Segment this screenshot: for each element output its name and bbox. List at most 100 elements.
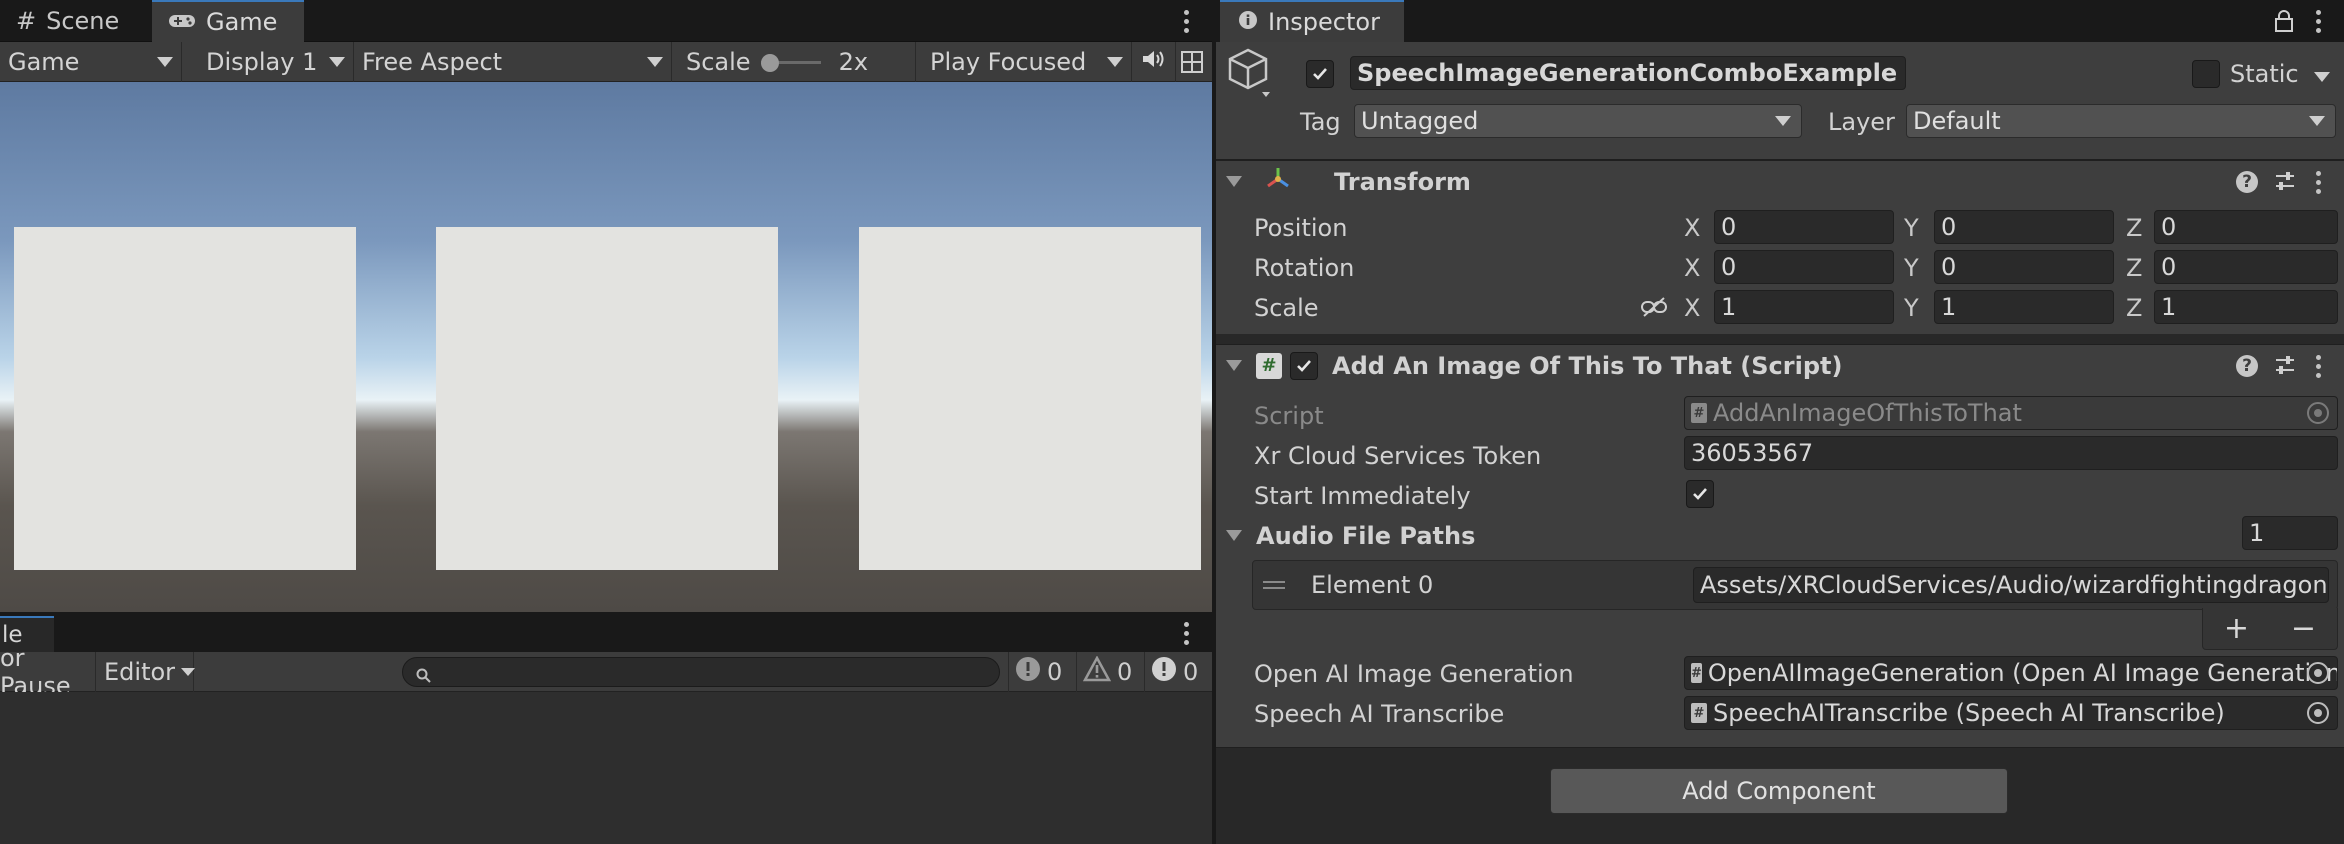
script-field-value: AddAnImageOfThisToThat [1713,399,2022,427]
start-immediately-label: Start Immediately [1254,482,1471,510]
checkmark-icon [1297,359,1311,372]
token-label: Xr Cloud Services Token [1254,442,1542,470]
static-checkbox[interactable] [2192,60,2220,88]
log-count-toggle[interactable]: 0 [1008,652,1068,692]
checkmark-icon [1313,68,1327,80]
presets-icon[interactable] [2274,170,2296,198]
scale-value: 2x [838,48,869,76]
audio-paths-label[interactable]: Audio File Paths [1256,522,1475,550]
help-icon[interactable]: ? [2236,171,2258,193]
position-y-field[interactable]: 0 [1934,210,2114,244]
warning-count-toggle[interactable]: 0 [1076,652,1138,692]
axis-x-label: X [1684,214,1701,242]
chevron-down-icon [1107,57,1123,67]
rotation-x-field[interactable]: 0 [1714,250,1894,284]
editor-label: Editor [104,658,176,686]
scale-slider[interactable] [760,52,821,72]
mute-audio-button[interactable] [1132,42,1176,82]
rotation-z-field[interactable]: 0 [2154,250,2338,284]
unlinked-scale-icon[interactable] [1640,296,1668,324]
start-immediately-checkbox[interactable] [1686,480,1714,508]
scale-x-field[interactable]: 1 [1714,290,1894,324]
stats-icon[interactable] [1180,50,1204,74]
drag-handle-icon[interactable] [1263,581,1285,589]
axis-x-label: X [1684,254,1701,282]
tab-inspector-label: Inspector [1268,8,1380,36]
search-icon [415,663,433,691]
transform-icon [1264,165,1294,199]
transform-row-position: Position X 0 Y 0 Z 0 [1216,210,2344,250]
image-gen-field[interactable]: # OpenAIImageGeneration (Open AI Image G… [1684,656,2338,690]
game-viewport[interactable] [0,82,1212,612]
game-panel: # Scene Game Game Display 1 Free Aspect … [0,0,1212,844]
static-chevron-icon[interactable] [2314,72,2330,82]
chevron-down-icon [2309,116,2325,126]
component-menu-icon[interactable] [2314,355,2322,378]
display-mode-dropdown[interactable]: Game [0,42,182,82]
checkmark-icon [1693,488,1707,500]
console-menu-icon[interactable] [1182,622,1190,645]
foldout-arrow-icon[interactable] [1226,176,1242,187]
component-menu-icon[interactable] [2314,171,2322,194]
help-icon[interactable]: ? [2236,355,2258,377]
token-field[interactable]: 36053567 [1684,436,2338,470]
script-component-title: Add An Image Of This To That (Script) [1332,351,1843,380]
tag-dropdown[interactable]: Untagged [1354,104,1802,138]
gameobject-icon[interactable] [1226,46,1276,102]
inspector-menu-icon[interactable] [2314,10,2322,33]
chevron-down-icon [1775,116,1791,126]
tab-game[interactable]: Game [152,0,304,42]
transcribe-value: SpeechAITranscribe (Speech AI Transcribe… [1713,699,2225,727]
script-enabled-checkbox[interactable] [1290,351,1318,380]
image-gen-value: OpenAIImageGeneration (Open AI Image Gen… [1707,659,2338,687]
console-toolbar: or Pause Editor 0 0 0 [0,644,1212,700]
scale-slider-handle[interactable] [760,54,779,72]
gameobject-active-checkbox[interactable] [1306,60,1334,88]
aspect-dropdown[interactable]: Free Aspect [354,42,672,82]
rotation-y-field[interactable]: 0 [1934,250,2114,284]
script-component-header[interactable]: # Add An Image Of This To That (Script) … [1216,344,2344,386]
error-pause-toggle[interactable]: or Pause [0,644,96,700]
axis-z-label: Z [2126,294,2143,322]
foldout-arrow-icon[interactable] [1226,530,1242,541]
image-quad-right [859,227,1201,570]
tab-scene[interactable]: # Scene [0,0,137,42]
position-x-field[interactable]: 0 [1714,210,1894,244]
console-log-list[interactable] [0,692,1212,844]
transcribe-field[interactable]: # SpeechAITranscribe (Speech AI Transcri… [1684,696,2338,730]
layer-label: Layer [1828,108,1895,136]
layer-dropdown[interactable]: Default [1906,104,2336,138]
remove-element-button[interactable]: − [2291,611,2316,646]
game-tabbar: # Scene Game [0,0,1212,42]
console-search-input[interactable] [402,657,1000,687]
axis-x-label: X [1684,294,1701,322]
info-circle-icon [1238,8,1258,36]
tab-inspector[interactable]: Inspector [1220,0,1404,42]
position-z-field[interactable]: 0 [2154,210,2338,244]
object-picker-icon[interactable] [2307,662,2329,684]
foldout-arrow-icon[interactable] [1226,360,1242,371]
add-element-button[interactable]: + [2224,611,2249,646]
axis-y-label: Y [1904,214,1919,242]
editor-dropdown[interactable]: Editor [96,652,196,692]
transform-header[interactable]: Transform ? [1216,160,2344,202]
element-0-field[interactable]: Assets/XRCloudServices/Audio/wizardfight… [1693,567,2329,603]
gameobject-name-field[interactable]: SpeechImageGenerationComboExample [1350,56,1906,90]
rotation-label: Rotation [1254,254,1355,282]
add-component-button[interactable]: Add Component [1550,768,2008,814]
display-mode-label: Game [8,48,80,76]
image-gen-label: Open AI Image Generation [1254,660,1574,688]
game-menu-icon[interactable] [1182,10,1190,33]
object-picker-icon[interactable] [2307,702,2329,724]
play-mode-dropdown[interactable]: Play Focused [916,42,1132,82]
script-file-icon: # [1691,403,1707,423]
scale-y-field[interactable]: 1 [1934,290,2114,324]
transcribe-label: Speech AI Transcribe [1254,700,1505,728]
audio-paths-size-field[interactable]: 1 [2242,516,2338,550]
game-toolbar: Game Display 1 Free Aspect Scale 2x Play… [0,42,1212,82]
display-dropdown[interactable]: Display 1 [182,42,354,82]
presets-icon[interactable] [2274,354,2296,382]
error-count-toggle[interactable]: 0 [1144,652,1204,692]
lock-icon[interactable] [2274,10,2294,38]
scale-z-field[interactable]: 1 [2154,290,2338,324]
